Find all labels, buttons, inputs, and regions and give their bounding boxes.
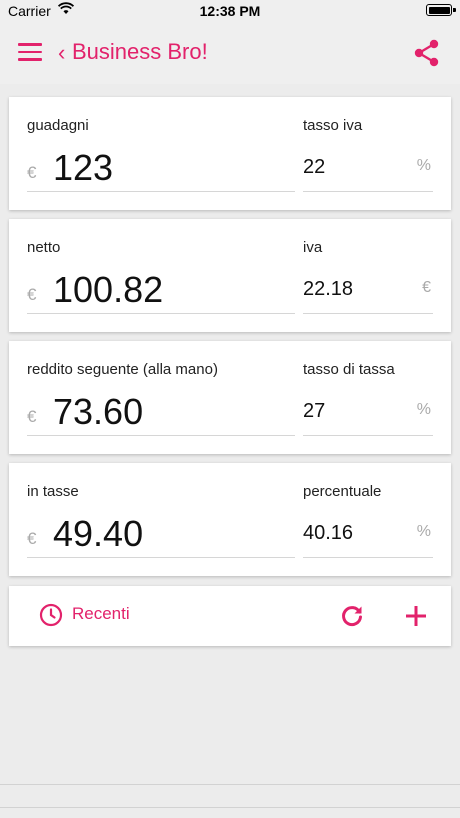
- income-card: guadagni tasso iva € 123 22 %: [9, 97, 451, 210]
- take-home-value: 73.60: [53, 391, 144, 432]
- share-icon[interactable]: [414, 39, 440, 67]
- tax-rate-label: tasso di tassa: [303, 361, 395, 378]
- income-value[interactable]: 123: [53, 147, 113, 189]
- vat-rate-label: tasso iva: [303, 117, 363, 134]
- vat-field: 22.18 €: [303, 267, 433, 314]
- euro-symbol: €: [422, 279, 431, 296]
- recent-label[interactable]: Recenti: [72, 604, 130, 624]
- euro-symbol: €: [27, 529, 37, 548]
- taxes-label: in tasse: [27, 483, 79, 500]
- vat-label: iva: [303, 239, 323, 256]
- euro-symbol: €: [27, 163, 37, 182]
- take-home-card: reddito seguente (alla mano) tasso di ta…: [9, 341, 451, 454]
- euro-symbol: €: [27, 285, 37, 304]
- menu-icon[interactable]: [18, 43, 42, 63]
- app-bar: ‹ Business Bro!: [0, 22, 460, 84]
- taxes-value: 49.40: [53, 513, 144, 554]
- actions-bar: Recenti: [9, 586, 451, 646]
- battery-icon: [426, 4, 456, 16]
- take-home-label: reddito seguente (alla mano): [27, 361, 218, 378]
- percentage-value: 40.16: [303, 522, 354, 544]
- net-label: netto: [27, 239, 61, 256]
- percent-symbol: %: [416, 523, 431, 540]
- percent-symbol: %: [416, 401, 431, 418]
- take-home-field: € 73.60: [27, 389, 295, 436]
- clock: 12:38 PM: [199, 3, 261, 19]
- net-field: € 100.82: [27, 267, 295, 314]
- divider: [0, 807, 460, 808]
- back-chevron-icon[interactable]: ‹: [58, 40, 65, 66]
- taxes-card: in tasse percentuale € 49.40 40.16 %: [9, 463, 451, 576]
- taxes-field: € 49.40: [27, 511, 295, 558]
- clock-icon: [39, 603, 63, 627]
- tax-rate-value[interactable]: 27: [303, 400, 325, 423]
- status-bar: Carrier 12:38 PM: [0, 0, 460, 22]
- percent-symbol: %: [416, 157, 431, 174]
- income-input[interactable]: € 123: [27, 145, 295, 192]
- percentage-label: percentuale: [303, 483, 382, 500]
- percentage-field: 40.16 %: [303, 511, 433, 558]
- vat-rate-input[interactable]: 22 %: [303, 145, 433, 192]
- vat-value: 22.18: [303, 278, 354, 300]
- euro-symbol: €: [27, 407, 37, 426]
- app-title[interactable]: Business Bro!: [72, 39, 208, 65]
- net-card: netto iva € 100.82 22.18 €: [9, 219, 451, 332]
- vat-rate-value[interactable]: 22: [303, 156, 325, 179]
- refresh-icon[interactable]: [339, 603, 365, 629]
- tax-rate-input[interactable]: 27 %: [303, 389, 433, 436]
- income-label: guadagni: [27, 117, 89, 134]
- divider: [0, 784, 460, 785]
- add-icon[interactable]: [403, 603, 429, 629]
- net-value: 100.82: [53, 269, 164, 310]
